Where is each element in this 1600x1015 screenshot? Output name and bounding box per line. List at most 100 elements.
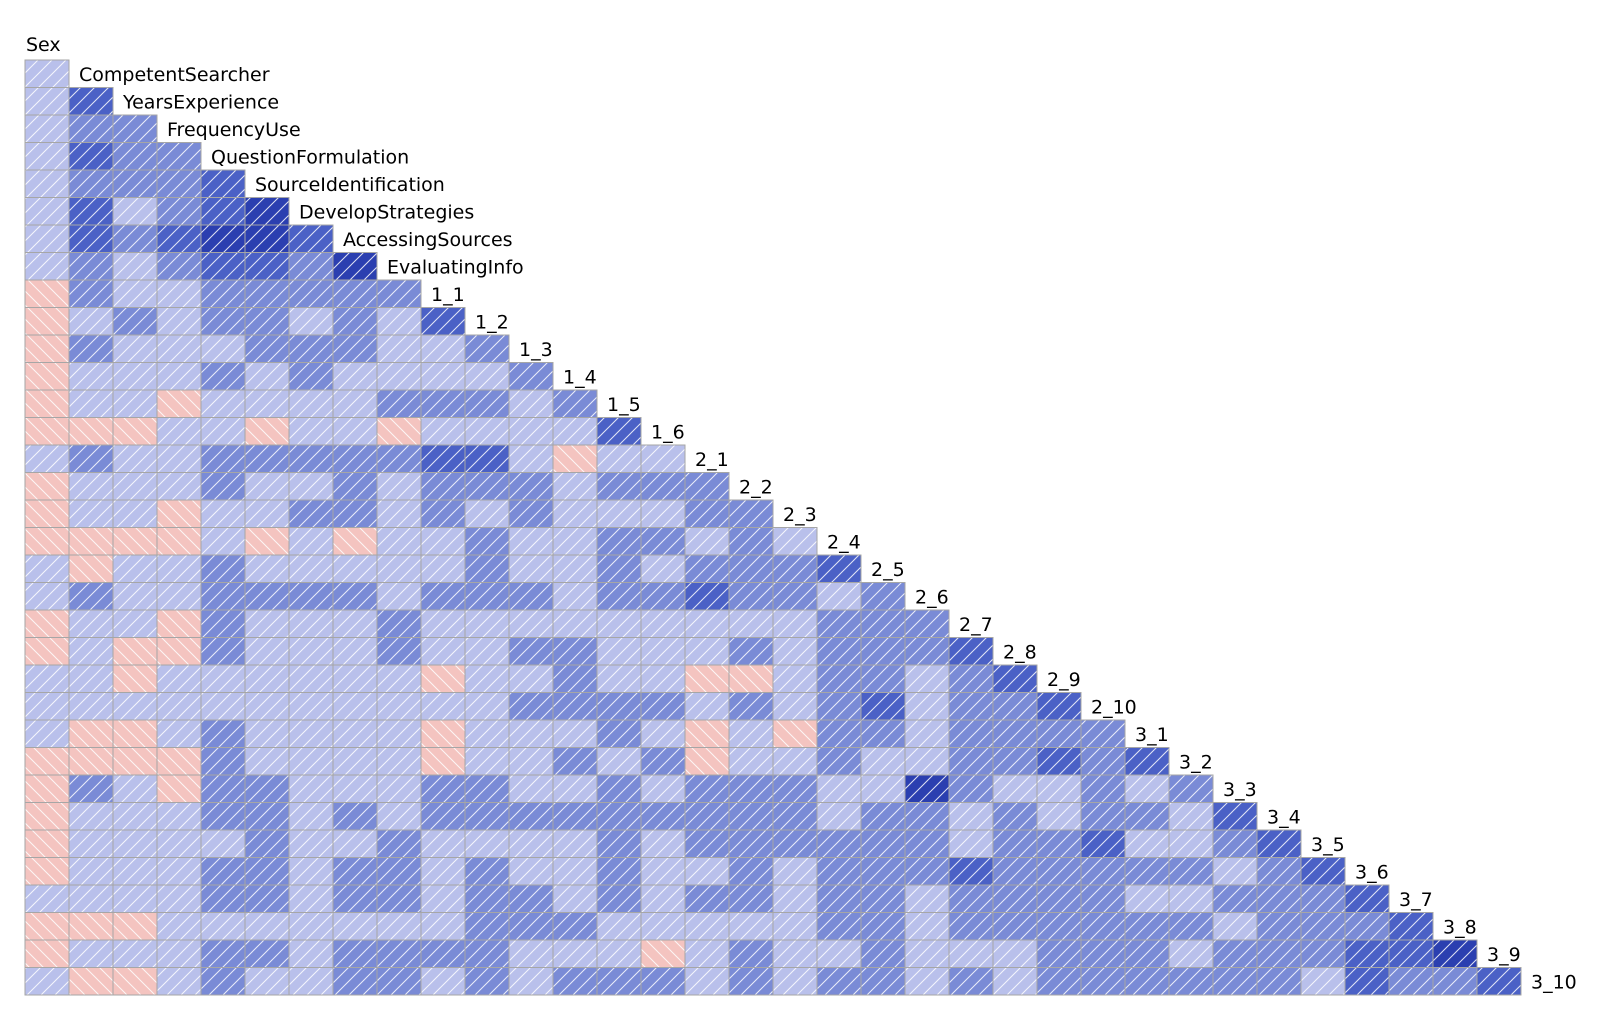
heatmap-cell [24,389,70,418]
heatmap-cell [288,444,334,473]
positive-hatch [69,500,113,527]
positive-hatch [465,390,509,417]
positive-hatch [1169,803,1213,830]
positive-hatch [993,748,1037,775]
variable-label: AccessingSources [343,229,513,251]
positive-hatch [685,940,729,967]
positive-hatch [377,280,421,307]
positive-hatch [1213,913,1257,940]
positive-hatch [1037,720,1081,747]
heatmap-cell [508,857,554,886]
positive-hatch [113,473,157,500]
positive-hatch [773,968,817,995]
positive-hatch [861,913,905,940]
positive-hatch [641,445,685,472]
heatmap-cell [244,389,290,418]
heatmap-cell [68,499,114,528]
positive-hatch [993,885,1037,912]
heatmap-cell [1124,747,1170,776]
positive-hatch [465,363,509,390]
positive-hatch [905,775,949,802]
positive-hatch [993,830,1037,857]
heatmap-cell [68,664,114,693]
positive-hatch [1081,885,1125,912]
heatmap-cell [904,939,950,968]
heatmap-cell [552,719,598,748]
negative-hatch [25,500,69,527]
heatmap-cell [420,912,466,941]
heatmap-cell [376,582,422,611]
positive-hatch [641,803,685,830]
heatmap-cell [1080,884,1126,913]
heatmap-cell [332,692,378,721]
heatmap-cell [24,252,70,281]
positive-hatch [377,665,421,692]
positive-hatch [377,473,421,500]
heatmap-cell [156,444,202,473]
positive-hatch [465,445,509,472]
heatmap-cell [244,444,290,473]
heatmap-cell [508,444,554,473]
positive-hatch [685,913,729,940]
heatmap-cell [200,224,246,253]
positive-hatch [773,610,817,637]
heatmap-cell [1080,857,1126,886]
positive-hatch [245,665,289,692]
positive-hatch [245,940,289,967]
heatmap-cell [244,802,290,831]
positive-hatch [25,143,69,170]
positive-hatch [245,225,289,252]
heatmap-cell [288,967,334,996]
positive-hatch [465,638,509,665]
positive-hatch [25,720,69,747]
heatmap-cell [728,774,774,803]
positive-hatch [597,500,641,527]
positive-hatch [333,858,377,885]
heatmap-cell [904,609,950,638]
positive-hatch [69,693,113,720]
heatmap-cell [376,774,422,803]
heatmap-cell [772,967,818,996]
positive-hatch [1433,968,1477,995]
positive-hatch [729,775,773,802]
heatmap-cell [24,774,70,803]
positive-hatch [729,555,773,582]
positive-hatch [1125,858,1169,885]
positive-hatch [817,830,861,857]
heatmap-cell [464,664,510,693]
negative-hatch [113,720,157,747]
heatmap-cell [156,307,202,336]
positive-hatch [729,693,773,720]
negative-hatch [113,418,157,445]
heatmap-cell [1476,967,1522,996]
positive-hatch [685,583,729,610]
positive-hatch [773,775,817,802]
heatmap-cell [288,224,334,253]
variable-label: 3_5 [1311,834,1345,856]
heatmap-cell [1124,802,1170,831]
positive-hatch [69,610,113,637]
positive-hatch [245,555,289,582]
positive-hatch [157,308,201,335]
positive-hatch [817,693,861,720]
heatmap-cell [684,774,730,803]
positive-hatch [377,610,421,637]
positive-hatch [597,858,641,885]
positive-hatch [509,500,553,527]
heatmap-cell [244,692,290,721]
negative-hatch [25,335,69,362]
heatmap-cell [816,609,862,638]
heatmap-cell [200,857,246,886]
heatmap-cell [200,829,246,858]
positive-hatch [641,748,685,775]
positive-hatch [201,473,245,500]
positive-hatch [1037,693,1081,720]
positive-hatch [685,610,729,637]
heatmap-cell [332,499,378,528]
positive-hatch [157,473,201,500]
positive-hatch [729,803,773,830]
heatmap-cell [200,169,246,198]
positive-hatch [553,638,597,665]
heatmap-cell [1212,884,1258,913]
positive-hatch [509,885,553,912]
